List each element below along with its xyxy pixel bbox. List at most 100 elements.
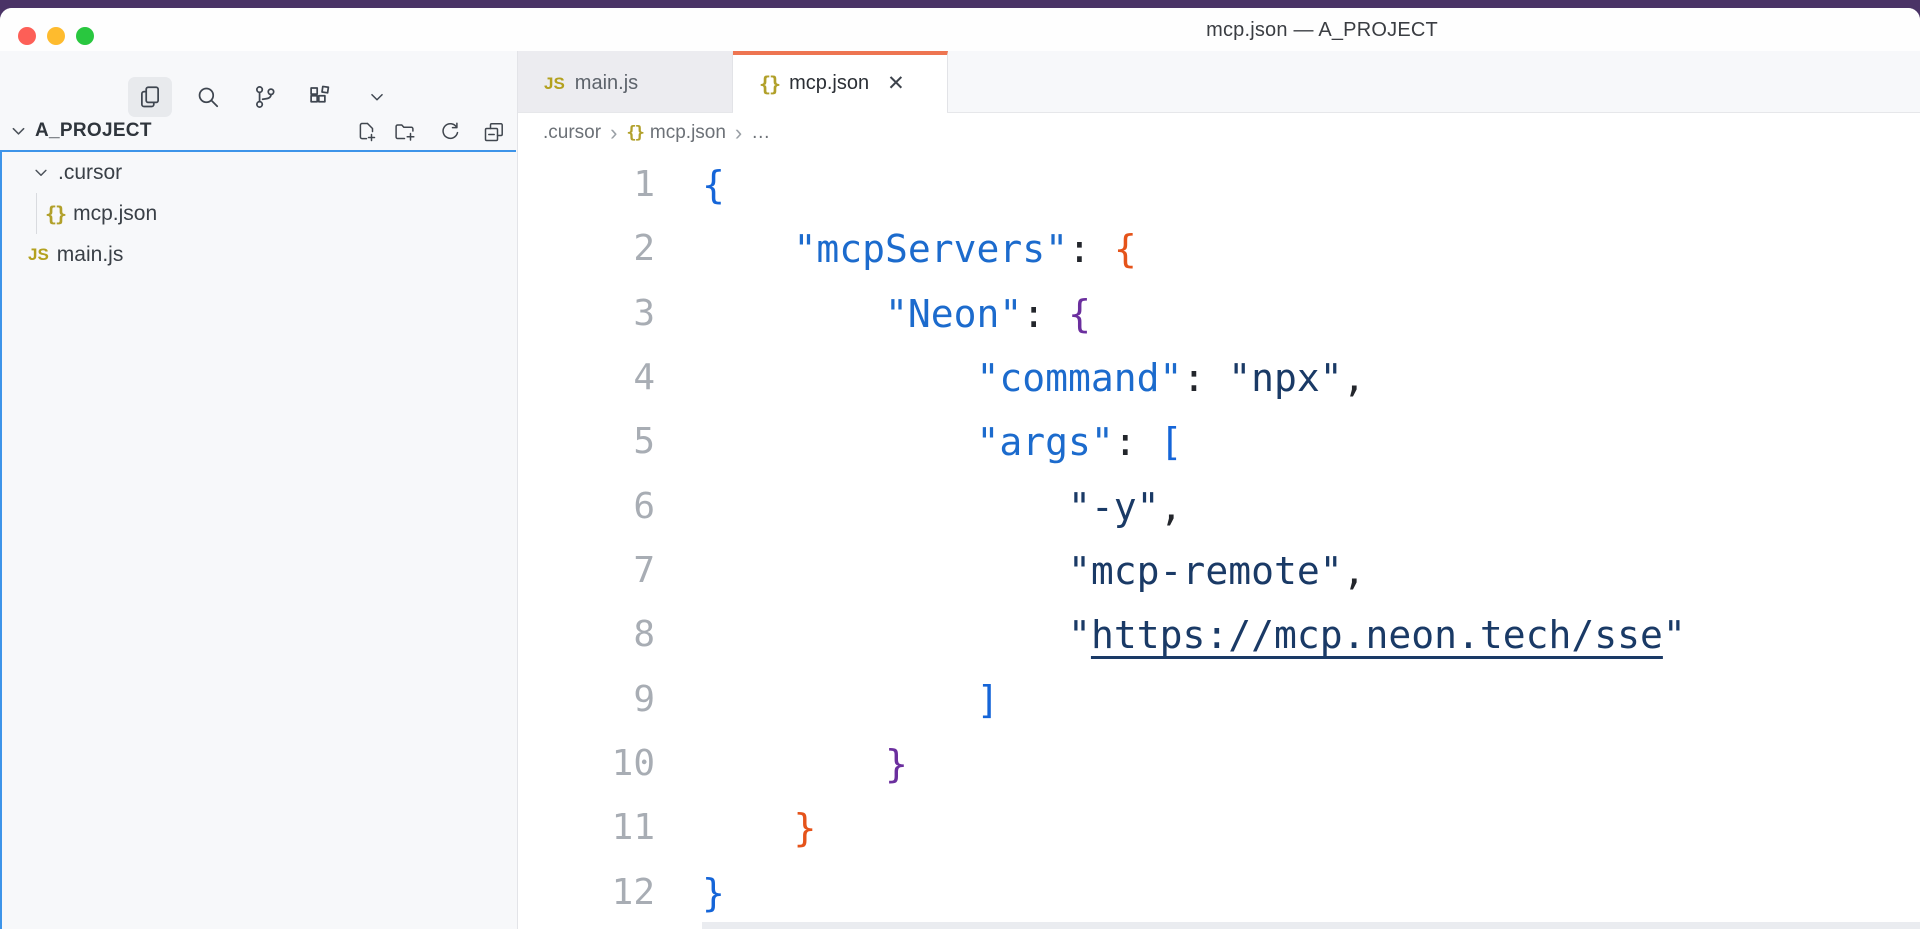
code-line[interactable]: 2 "mcpServers": { [518, 217, 1920, 281]
code-token: : [1182, 356, 1228, 400]
line-number: 5 [518, 410, 655, 474]
code-token: "-y" [1068, 485, 1160, 529]
titlebar: mcp.json — A_PROJECT [0, 8, 1920, 51]
code-token: "Neon" [885, 292, 1022, 336]
collapse-folders-button[interactable] [480, 118, 508, 146]
source-control-icon[interactable] [243, 77, 287, 117]
json-file-icon: {} [45, 202, 65, 226]
line-number: 3 [518, 282, 655, 346]
breadcrumb-separator-icon: › [735, 122, 742, 144]
section-chevron-icon [9, 122, 28, 141]
code-text: "Neon": { [702, 282, 1091, 346]
extensions-icon[interactable] [298, 77, 342, 117]
line-number: 9 [518, 668, 655, 732]
app-window: mcp.json — A_PROJECT [0, 8, 1920, 929]
breadcrumb-item-folder[interactable]: .cursor [543, 122, 601, 144]
js-file-icon: JS [544, 74, 565, 94]
code-token: } [885, 742, 908, 786]
file-tree: .cursor {} mcp.json JS main.js [0, 150, 516, 929]
tab-bar: JS main.js {} mcp.json ✕ [518, 51, 1920, 113]
code-token: "mcpServers" [794, 227, 1069, 271]
code-text: { [702, 153, 725, 217]
code-token: "mcp-remote" [1068, 549, 1343, 593]
code-token: : [1068, 227, 1114, 271]
line-number: 7 [518, 539, 655, 603]
code-token: : [1022, 292, 1068, 336]
minimize-window-button[interactable] [47, 27, 65, 45]
tree-item-mcp-json[interactable]: {} mcp.json [2, 193, 516, 234]
code-token: , [1343, 356, 1366, 400]
line-number: 1 [518, 153, 655, 217]
breadcrumb-ellipsis[interactable]: … [751, 122, 770, 144]
code-text: "mcpServers": { [702, 217, 1137, 281]
code-text: "https://mcp.neon.tech/sse" [702, 603, 1686, 667]
code-line[interactable]: 1{ [518, 153, 1920, 217]
horizontal-scrollbar[interactable] [702, 922, 1920, 929]
js-file-icon: JS [28, 245, 49, 265]
folder-label: .cursor [58, 161, 122, 185]
code-line[interactable]: 9] [518, 668, 1920, 732]
explorer-icon[interactable] [128, 77, 172, 117]
code-text: "command": "npx", [702, 346, 1365, 410]
tab-main-js[interactable]: JS main.js [518, 51, 733, 112]
breadcrumb-separator-icon: › [610, 122, 617, 144]
tab-mcp-json[interactable]: {} mcp.json ✕ [733, 51, 948, 112]
code-token: "npx" [1228, 356, 1342, 400]
code-text: "mcp-remote", [702, 539, 1365, 603]
code-text: } [702, 861, 725, 925]
search-icon[interactable] [186, 77, 230, 117]
new-file-button[interactable] [353, 118, 381, 146]
traffic-lights [18, 27, 94, 45]
tab-label: mcp.json [789, 72, 869, 95]
code-text: "args": [ [702, 410, 1182, 474]
code-line[interactable]: 6 "-y", [518, 475, 1920, 539]
zoom-window-button[interactable] [76, 27, 94, 45]
code-line[interactable]: 10} [518, 732, 1920, 796]
indent-guide [36, 193, 37, 234]
line-number: 12 [518, 861, 655, 925]
window-title: mcp.json — A_PROJECT [1122, 19, 1522, 42]
editor: 1{2"mcpServers": {3"Neon": {4"command": … [518, 153, 1920, 929]
code-token: } [702, 871, 725, 915]
line-number: 4 [518, 346, 655, 410]
code-text: "-y", [702, 475, 1182, 539]
code-line[interactable]: 12} [518, 861, 1920, 925]
code-token: , [1160, 485, 1183, 529]
line-number: 11 [518, 796, 655, 860]
tab-close-icon[interactable]: ✕ [885, 71, 907, 96]
line-number: 10 [518, 732, 655, 796]
more-views-chevron-icon[interactable] [355, 77, 399, 117]
folder-chevron-icon [32, 164, 50, 182]
code-token: " [1068, 613, 1091, 657]
code-line[interactable]: 4 "command": "npx", [518, 346, 1920, 410]
json-file-icon: {} [626, 123, 642, 143]
code-lines: 1{2"mcpServers": {3"Neon": {4"command": … [518, 153, 1920, 925]
url-link[interactable]: https://mcp.neon.tech/sse [1091, 613, 1663, 657]
code-token: "args" [977, 420, 1114, 464]
code-text: } [702, 796, 816, 860]
code-token: "command" [977, 356, 1183, 400]
code-line[interactable]: 8 "https://mcp.neon.tech/sse" [518, 603, 1920, 667]
code-token: { [1068, 292, 1091, 336]
close-window-button[interactable] [18, 27, 36, 45]
code-line[interactable]: 5 "args": [ [518, 410, 1920, 474]
code-text: } [702, 732, 908, 796]
tree-item-main-js[interactable]: JS main.js [2, 234, 516, 275]
line-number: 8 [518, 603, 655, 667]
sidebar: A_PROJECT [0, 51, 518, 929]
code-line[interactable]: 7 "mcp-remote", [518, 539, 1920, 603]
code-token: , [1343, 549, 1366, 593]
code-line[interactable]: 11} [518, 796, 1920, 860]
editor-group: JS main.js {} mcp.json ✕ .cursor › {} mc… [518, 51, 1920, 929]
code-token: " [1663, 613, 1686, 657]
code-token: : [1114, 420, 1160, 464]
json-file-icon: {} [759, 72, 779, 96]
new-folder-button[interactable] [391, 118, 419, 146]
code-token: ] [977, 678, 1000, 722]
code-line[interactable]: 3 "Neon": { [518, 282, 1920, 346]
line-number: 6 [518, 475, 655, 539]
breadcrumb-item-file[interactable]: mcp.json [650, 122, 726, 144]
tree-item-cursor-folder[interactable]: .cursor [2, 152, 516, 193]
refresh-explorer-button[interactable] [436, 118, 464, 146]
line-number: 2 [518, 217, 655, 281]
